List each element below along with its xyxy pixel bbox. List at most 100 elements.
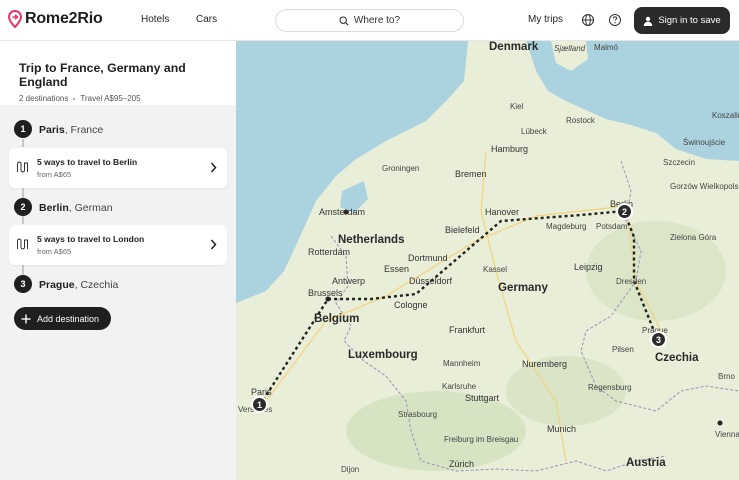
user-icon bbox=[644, 16, 653, 26]
add-destination-button[interactable]: Add destination bbox=[14, 307, 111, 330]
map-label-city: Brno bbox=[718, 372, 735, 381]
map-label-city: Strasbourg bbox=[398, 410, 438, 419]
map-background bbox=[236, 41, 739, 480]
map-label-germany: Germany bbox=[498, 282, 548, 294]
help-icon[interactable] bbox=[608, 13, 622, 27]
timeline-connector bbox=[22, 139, 24, 147]
map-label-city: Malmö bbox=[594, 43, 619, 52]
route-icon bbox=[17, 161, 28, 173]
stop-city: Berlin bbox=[39, 202, 69, 214]
separator-dot bbox=[73, 97, 76, 100]
leg-title: 5 ways to travel to London bbox=[37, 234, 145, 244]
leg-card-london[interactable]: 5 ways to travel to London from A$65 bbox=[9, 225, 227, 265]
map-label-city: Stuttgart bbox=[465, 393, 500, 403]
chevron-right-icon bbox=[210, 239, 217, 250]
map-label-city: Gorzów Wielkopolski bbox=[670, 182, 739, 191]
sign-in-button[interactable]: Sign in to save bbox=[634, 7, 730, 34]
timeline-connector bbox=[22, 216, 24, 224]
globe-icon[interactable] bbox=[581, 13, 595, 27]
stop-number: 3 bbox=[14, 275, 32, 293]
map-label-czechia: Czechia bbox=[655, 352, 699, 364]
map-label-city: Essen bbox=[384, 264, 410, 274]
chevron-right-icon bbox=[210, 162, 217, 173]
map-label-city: Bremen bbox=[455, 169, 487, 179]
map-label-city: Rotterdam bbox=[308, 247, 351, 257]
map-label-city: Szczecin bbox=[663, 158, 696, 167]
map-label-city: Groningen bbox=[382, 164, 420, 173]
stop-paris[interactable]: 1 Paris, France bbox=[14, 120, 103, 138]
map-label-city: Hamburg bbox=[491, 144, 529, 154]
plus-icon bbox=[21, 314, 31, 323]
map-label-region: Sjælland bbox=[554, 44, 586, 53]
trip-sidebar: Trip to France, Germany and England 2 de… bbox=[0, 41, 236, 480]
map-label-city: Dijon bbox=[341, 465, 360, 474]
stop-number: 1 bbox=[14, 120, 32, 138]
map-label-city: Munich bbox=[547, 424, 577, 434]
my-trips-link[interactable]: My trips bbox=[528, 14, 563, 25]
top-bar: Rome2Rio Hotels Cars Where to? My trips … bbox=[0, 0, 739, 41]
map-label-city: Vienna bbox=[715, 430, 739, 439]
stop-city: Paris bbox=[39, 124, 65, 136]
stop-country: German bbox=[74, 202, 113, 214]
map-label-city: Zürich bbox=[449, 459, 475, 469]
search-icon bbox=[339, 15, 349, 26]
map-label-city: Kiel bbox=[510, 102, 524, 111]
map-label-city: Freiburg im Breisgau bbox=[444, 435, 519, 444]
map-label-city: Nuremberg bbox=[522, 359, 568, 369]
map-label-city: Frankfurt bbox=[449, 325, 486, 335]
logo-text: Rome2Rio bbox=[25, 10, 103, 27]
map-label-city: Bielefeld bbox=[445, 225, 480, 235]
destinations-count: 2 destinations bbox=[19, 94, 69, 103]
map-label-city: Karlsruhe bbox=[442, 382, 477, 391]
add-destination-label: Add destination bbox=[37, 313, 100, 324]
map-label-city: Świnoujście bbox=[683, 138, 726, 147]
leg-title: 5 ways to travel to Berlin bbox=[37, 157, 138, 167]
map-marker-3[interactable]: 3 bbox=[650, 331, 667, 348]
map-label-belgium: Belgium bbox=[314, 313, 360, 325]
leg-card-berlin[interactable]: 5 ways to travel to Berlin from A$65 bbox=[9, 148, 227, 188]
map-label-city: Regensburg bbox=[588, 383, 632, 392]
map-label-city: Amsterdam bbox=[319, 207, 366, 217]
map-marker-2[interactable]: 2 bbox=[616, 203, 633, 220]
map-label-city: Zielona Góra bbox=[670, 233, 717, 242]
map-label-city: Mannheim bbox=[443, 359, 481, 368]
map-label-city: Hanover bbox=[485, 207, 520, 217]
map-label-city: Kassel bbox=[483, 265, 508, 274]
map-label-city: Pilsen bbox=[612, 345, 634, 354]
stop-country: France bbox=[70, 124, 104, 136]
map-label-city: Lübeck bbox=[521, 127, 547, 136]
map-marker-1[interactable]: 1 bbox=[251, 396, 268, 413]
trip-title: Trip to France, Germany and England bbox=[19, 61, 186, 89]
nav-hotels[interactable]: Hotels bbox=[141, 14, 169, 25]
map-label-netherlands: Netherlands bbox=[338, 234, 405, 246]
leg-price: from A$65 bbox=[37, 247, 72, 256]
logo-pin-icon bbox=[8, 10, 22, 28]
nav-cars[interactable]: Cars bbox=[196, 14, 217, 25]
map-label-austria: Austria bbox=[626, 457, 666, 469]
stop-city: Prague bbox=[39, 279, 75, 291]
sign-in-label: Sign in to save bbox=[658, 15, 721, 26]
travel-cost: Travel A$95–205 bbox=[80, 94, 141, 103]
map-label-city: Potsdam bbox=[596, 222, 628, 231]
stop-berlin[interactable]: 2 Berlin, German bbox=[14, 198, 113, 216]
search-input[interactable]: Where to? bbox=[275, 9, 464, 32]
trip-summary: 2 destinations Travel A$95–205 bbox=[19, 94, 236, 103]
trip-header: Trip to France, Germany and England 2 de… bbox=[0, 41, 236, 105]
map-label-city: Cologne bbox=[394, 300, 428, 310]
logo[interactable]: Rome2Rio bbox=[8, 10, 103, 28]
leg-price: from A$65 bbox=[37, 170, 72, 179]
route-map[interactable]: Denmark Netherlands Belgium Luxembourg G… bbox=[236, 41, 739, 480]
map-label-city: Magdeburg bbox=[546, 222, 587, 231]
stop-number: 2 bbox=[14, 198, 32, 216]
map-label-city: Brussels bbox=[308, 288, 343, 298]
map-label-city: Dresden bbox=[616, 277, 647, 286]
map-label-city: Antwerp bbox=[332, 276, 366, 286]
stop-country: Czechia bbox=[80, 279, 119, 291]
map-label-city: Düsseldorf bbox=[409, 276, 453, 286]
search-placeholder: Where to? bbox=[353, 15, 401, 26]
map-label-city: Koszalin bbox=[712, 111, 739, 120]
route-icon bbox=[17, 238, 28, 250]
stop-prague[interactable]: 3 Prague, Czechia bbox=[14, 275, 118, 293]
map-label-city: Rostock bbox=[566, 116, 595, 125]
map-label-luxembourg: Luxembourg bbox=[348, 349, 418, 361]
